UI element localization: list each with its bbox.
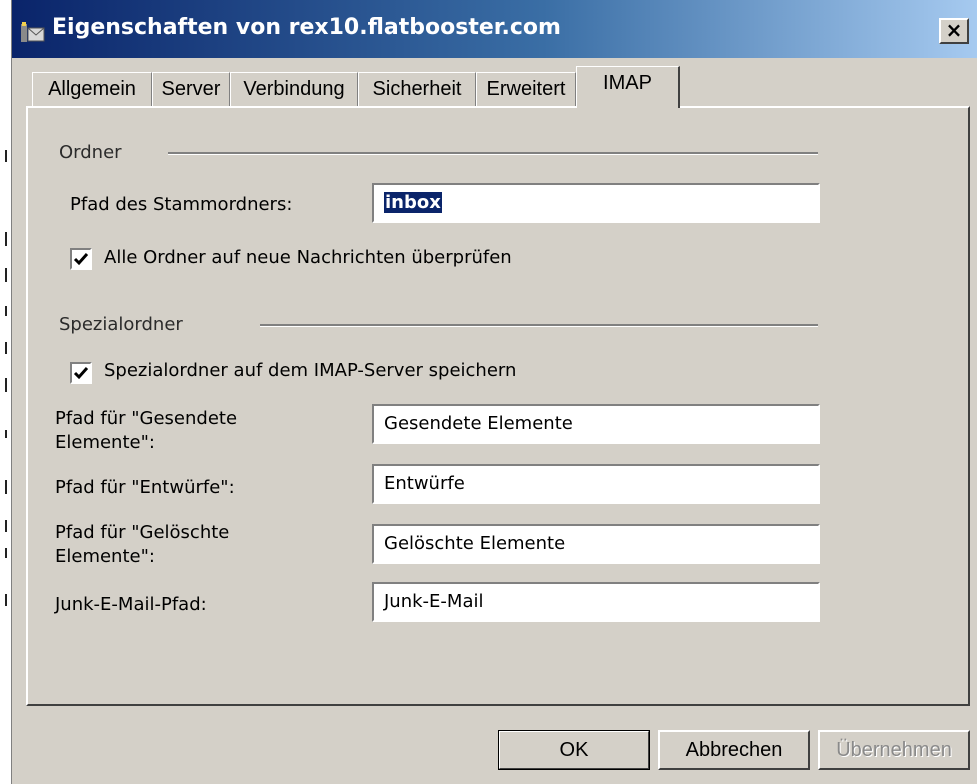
check-all-folders-label[interactable]: Alle Ordner auf neue Nachrichten überprü… [104,247,512,268]
root-path-value: inbox [384,192,442,213]
background-window-edge [0,0,11,784]
root-path-input[interactable]: inbox [372,183,820,223]
mail-account-icon [20,21,46,43]
sent-path-label-line2: Elemente": [55,432,155,453]
apply-button[interactable]: Übernehmen [818,730,970,770]
store-special-folders-label[interactable]: Spezialordner auf dem IMAP-Server speich… [104,360,516,381]
junk-path-input[interactable]: Junk-E-Mail [372,582,820,622]
title-bar[interactable]: Eigenschaften von rex10.flatbooster.com … [12,0,977,58]
spezialordner-separator [260,324,818,327]
root-path-label: Pfad des Stammordners: [70,194,293,215]
checkmark-icon [73,253,89,266]
window-title: Eigenschaften von rex10.flatbooster.com [52,15,561,40]
drafts-path-input[interactable]: Entwürfe [372,464,820,504]
sent-path-label-line1: Pfad für "Gesendete [55,408,238,429]
cancel-button[interactable]: Abbrechen [658,730,810,770]
tab-sicherheit[interactable]: Sicherheit [358,72,476,106]
checkmark-icon [73,367,89,380]
check-all-folders-checkbox[interactable] [70,248,92,270]
ok-button[interactable]: OK [498,730,650,770]
store-special-folders-checkbox[interactable] [70,362,92,384]
deleted-path-input[interactable]: Gelöschte Elemente [372,524,820,564]
drafts-path-label: Pfad für "Entwürfe": [55,477,235,498]
junk-path-label: Junk-E-Mail-Pfad: [55,594,207,615]
imap-tab-panel: Ordner Pfad des Stammordners: inbox Alle… [26,106,970,706]
sent-path-input[interactable]: Gesendete Elemente [372,404,820,444]
properties-dialog: Eigenschaften von rex10.flatbooster.com … [11,0,977,784]
spezialordner-group-title: Spezialordner [59,314,183,335]
ordner-separator [168,152,818,155]
tab-verbindung[interactable]: Verbindung [230,72,358,106]
ordner-group-title: Ordner [59,142,122,163]
deleted-path-label-line1: Pfad für "Gelöschte [55,522,230,543]
tab-erweitert[interactable]: Erweitert [476,72,576,106]
deleted-path-label-line2: Elemente": [55,546,155,567]
close-button[interactable]: × [939,18,969,44]
tab-server[interactable]: Server [152,72,230,106]
tab-allgemein[interactable]: Allgemein [32,72,152,106]
tab-imap[interactable]: IMAP [576,66,680,108]
